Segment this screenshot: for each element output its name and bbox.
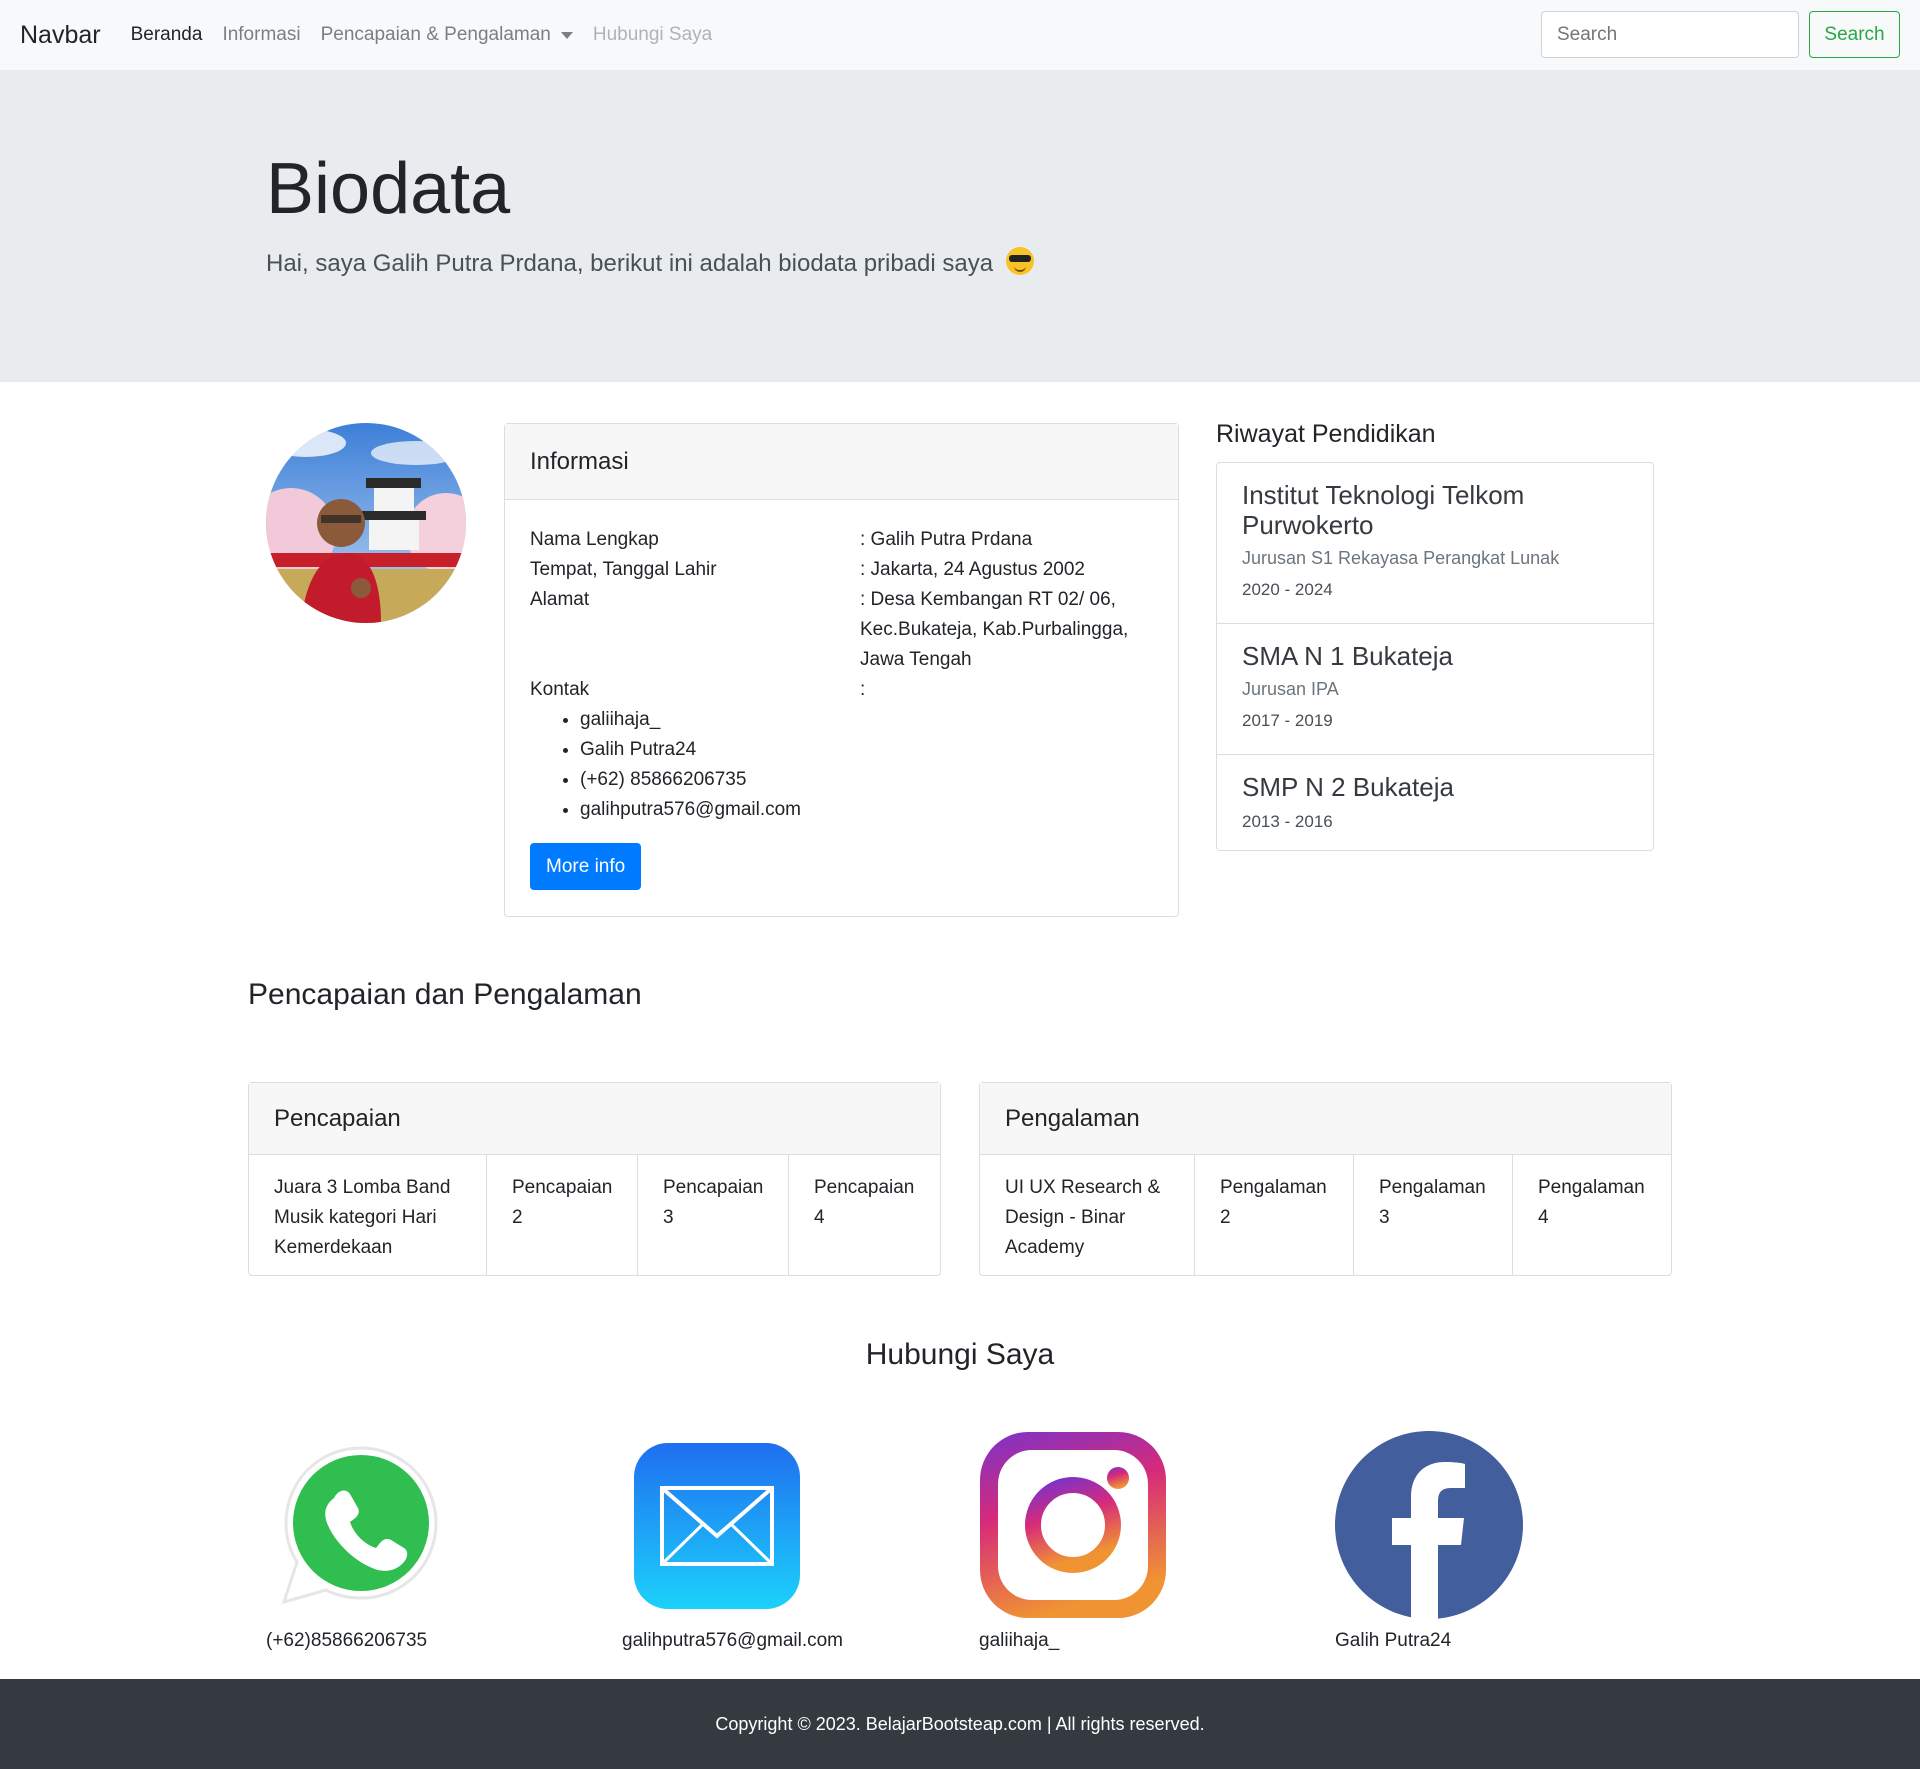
contact-title: Hubungi Saya bbox=[865, 1338, 1055, 1371]
footer-copyright: Copyright © 2023. BelajarBootsteap.com |… bbox=[715, 1713, 1205, 1734]
table-cell: Juara 3 Lomba Band Musik kategori Hari K… bbox=[249, 1155, 487, 1276]
table-cell: UI UX Research & Design - Binar Academy bbox=[980, 1155, 1195, 1276]
kontak-item: Galih Putra24 bbox=[580, 735, 801, 765]
search-button[interactable]: Search bbox=[1809, 11, 1900, 58]
table-cell: Pengalaman 3 bbox=[1354, 1155, 1513, 1276]
contact-label-email: galihputra576@gmail.com bbox=[622, 1630, 844, 1651]
education-title: Riwayat Pendidikan bbox=[1216, 420, 1436, 448]
hero: Biodata Hai, saya Galih Putra Prdana, be… bbox=[0, 70, 1920, 382]
info-label: Tempat, Tanggal Lahir bbox=[530, 559, 717, 580]
navbar: Navbar Beranda Informasi Pencapaian & Pe… bbox=[0, 0, 1920, 70]
facebook-icon[interactable] bbox=[1334, 1430, 1524, 1625]
education-years: 2013 - 2016 bbox=[1242, 812, 1333, 831]
info-card: Informasi Nama Lengkap : Galih Putra Prd… bbox=[504, 423, 1179, 917]
pencapaian-header: Pencapaian bbox=[249, 1083, 940, 1155]
contact-label-instagram: galiihaja_ bbox=[979, 1630, 1060, 1651]
sunglasses-emoji-icon bbox=[1005, 247, 1034, 275]
mail-icon[interactable] bbox=[634, 1443, 800, 1614]
navbar-brand[interactable]: Navbar bbox=[20, 21, 101, 50]
pencapaian-row: Juara 3 Lomba Band Musik kategori Hari K… bbox=[249, 1155, 940, 1276]
info-value: : bbox=[860, 679, 866, 700]
kontak-item: galiihaja_ bbox=[580, 705, 801, 735]
hero-title: Biodata bbox=[266, 149, 511, 229]
kontak-item: (+62) 85866206735 bbox=[580, 765, 801, 795]
nav-link-beranda[interactable]: Beranda bbox=[131, 24, 203, 46]
info-card-header: Informasi bbox=[505, 424, 1178, 500]
education-major: Jurusan S1 Rekayasa Perangkat Lunak bbox=[1242, 548, 1560, 568]
footer: Copyright © 2023. BelajarBootsteap.com |… bbox=[0, 1679, 1920, 1769]
table-cell: Pengalaman 2 bbox=[1195, 1155, 1354, 1276]
pengalaman-row: UI UX Research & Design - Binar Academy … bbox=[980, 1155, 1671, 1276]
pencapaian-card: Pencapaian Juara 3 Lomba Band Musik kate… bbox=[248, 1082, 941, 1276]
education-major: Jurusan IPA bbox=[1242, 679, 1339, 699]
table-cell: Pengalaman 4 bbox=[1538, 1177, 1645, 1228]
table-cell: Pencapaian 4 bbox=[814, 1177, 915, 1228]
search-form: Search bbox=[1541, 11, 1900, 58]
education-item: Institut Teknologi Telkom Purwokerto Jur… bbox=[1217, 463, 1653, 624]
contact-label-facebook: Galih Putra24 bbox=[1335, 1630, 1452, 1651]
info-value: : Galih Putra Prdana bbox=[860, 529, 1033, 550]
profile-avatar bbox=[266, 423, 466, 623]
achievements-title: Pencapaian dan Pengalaman bbox=[248, 978, 642, 1011]
kontak-list: galiihaja_ Galih Putra24 (+62) 858662067… bbox=[580, 705, 801, 825]
nav-link-informasi[interactable]: Informasi bbox=[222, 24, 300, 46]
hero-subtitle: Hai, saya Galih Putra Prdana, berikut in… bbox=[266, 247, 1034, 278]
education-school: SMP N 2 Bukateja bbox=[1242, 772, 1454, 802]
education-years: 2020 - 2024 bbox=[1242, 580, 1333, 599]
education-school: Institut Teknologi Telkom Purwokerto bbox=[1242, 480, 1525, 540]
pengalaman-card: Pengalaman UI UX Research & Design - Bin… bbox=[979, 1082, 1672, 1276]
info-card-body: Nama Lengkap : Galih Putra Prdana Tempat… bbox=[505, 500, 1178, 916]
education-item: SMP N 2 Bukateja 2013 - 2016 bbox=[1217, 755, 1653, 850]
info-value: : Desa Kembangan RT 02/ 06, Kec.Bukateja… bbox=[860, 589, 1129, 670]
education-school: SMA N 1 Bukateja bbox=[1242, 641, 1453, 671]
pengalaman-header: Pengalaman bbox=[980, 1083, 1671, 1155]
info-label: Kontak bbox=[530, 679, 590, 700]
nav-link-hubungi: Hubungi Saya bbox=[592, 24, 713, 45]
education-years: 2017 - 2019 bbox=[1242, 711, 1333, 730]
contact-label-whatsapp: (+62)85866206735 bbox=[266, 1630, 428, 1651]
more-info-button[interactable]: More info bbox=[530, 843, 642, 890]
info-label: Nama Lengkap bbox=[530, 529, 659, 550]
nav-dropdown-label: Pencapaian & Pengalaman bbox=[320, 24, 551, 45]
table-cell: Pencapaian 2 bbox=[487, 1155, 638, 1276]
nav-dropdown-pencapaian[interactable]: Pencapaian & Pengalaman bbox=[321, 24, 573, 46]
info-label: Alamat bbox=[530, 589, 590, 610]
search-input[interactable] bbox=[1541, 11, 1799, 58]
instagram-icon[interactable] bbox=[978, 1430, 1168, 1625]
info-value: : Jakarta, 24 Agustus 2002 bbox=[860, 559, 1085, 580]
caret-down-icon bbox=[560, 31, 573, 39]
hero-subtitle-text: Hai, saya Galih Putra Prdana, berikut in… bbox=[266, 250, 994, 277]
education-list: Institut Teknologi Telkom Purwokerto Jur… bbox=[1216, 462, 1654, 851]
education-item: SMA N 1 Bukateja Jurusan IPA 2017 - 2019 bbox=[1217, 624, 1653, 755]
table-cell: Pencapaian 3 bbox=[638, 1155, 789, 1276]
kontak-item: galihputra576@gmail.com bbox=[580, 795, 801, 825]
whatsapp-icon[interactable] bbox=[266, 1430, 456, 1625]
